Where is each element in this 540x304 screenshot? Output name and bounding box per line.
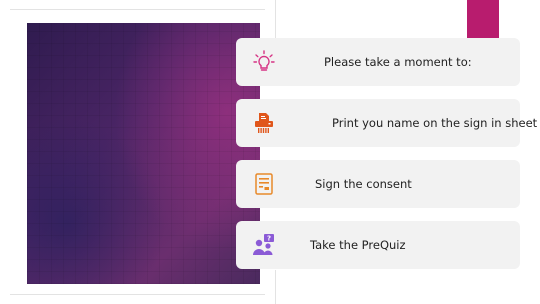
background-photo [27,23,260,284]
people-quiz-icon: ? [253,234,274,255]
document-icon [255,173,273,195]
accent-block [467,0,499,38]
card-label: Take the PreQuiz [310,238,406,252]
divider [275,270,276,304]
card-sign-consent: Sign the consent [236,160,520,208]
slide: Please take a moment to: Print you name … [0,0,540,304]
svg-text:?: ? [267,235,271,243]
divider [275,0,276,38]
printer-icon [255,113,273,133]
card-take-prequiz: ? Take the PreQuiz [236,221,520,269]
card-label: Sign the consent [315,177,412,191]
divider [10,294,265,295]
divider [10,9,265,10]
lightbulb-icon [253,50,275,71]
card-take-moment: Please take a moment to: [236,38,520,86]
card-label: Print you name on the sign in sheet [332,116,538,130]
card-print-name: Print you name on the sign in sheet [236,99,537,147]
card-label: Please take a moment to: [324,55,472,69]
